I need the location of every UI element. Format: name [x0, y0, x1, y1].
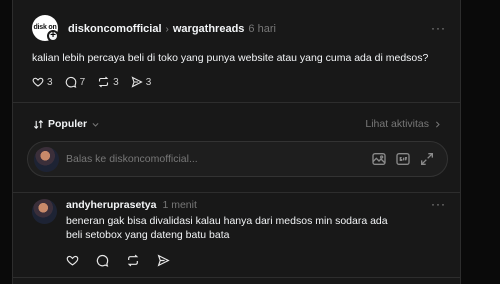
- repost-icon: [98, 76, 109, 88]
- expand-icon[interactable]: [419, 151, 435, 167]
- send-icon: [131, 76, 143, 88]
- comment-more-menu-icon[interactable]: ···: [431, 197, 446, 211]
- post-actions: 3 7 3 3: [32, 76, 151, 88]
- sort-label: Populer: [48, 118, 88, 130]
- reply-input[interactable]: Balas ke diskoncomofficial...: [66, 153, 198, 165]
- post-text: kalian lebih percaya beli di toko yang p…: [32, 52, 429, 64]
- repost-icon[interactable]: [126, 254, 140, 267]
- gif-icon[interactable]: [395, 151, 411, 167]
- divider: [13, 192, 460, 193]
- comment-time[interactable]: 1 menit: [162, 199, 196, 211]
- reply-tools: [371, 151, 435, 167]
- send-icon[interactable]: [157, 254, 170, 267]
- original-post: disk on + diskoncomofficial › wargathreads…: [13, 0, 460, 103]
- reply-box[interactable]: Balas ke diskoncomofficial...: [27, 141, 448, 177]
- heart-icon: [32, 77, 44, 87]
- breadcrumb-separator: ›: [165, 24, 169, 35]
- repost-button[interactable]: 3: [97, 76, 119, 88]
- share-count: 3: [145, 76, 152, 88]
- post-more-menu-icon[interactable]: ···: [431, 21, 446, 35]
- avatar: [34, 147, 59, 172]
- thread-panel: disk on + diskoncomofficial › wargathreads…: [12, 0, 461, 284]
- sort-dropdown[interactable]: Populer: [33, 118, 100, 130]
- post-time[interactable]: 6 hari: [248, 23, 276, 35]
- chevron-down-icon: [92, 122, 99, 127]
- comment-button[interactable]: 7: [65, 76, 86, 88]
- avatar[interactable]: [32, 199, 57, 224]
- post-topic[interactable]: wargathreads: [173, 23, 245, 35]
- heart-icon[interactable]: [66, 254, 79, 267]
- like-count: 3: [47, 76, 53, 88]
- comment-header: andyheruprasetya 1 menit: [66, 199, 197, 211]
- chevron-right-icon: [436, 121, 440, 127]
- follow-plus-icon[interactable]: +: [47, 30, 59, 42]
- comment-username[interactable]: andyheruprasetya: [66, 199, 156, 211]
- comment-icon[interactable]: [96, 254, 109, 267]
- divider: [13, 277, 460, 278]
- repost-count: 3: [113, 76, 119, 88]
- activity-label: Lihat aktivitas: [365, 118, 429, 130]
- post-header: diskoncomofficial › wargathreads 6 hari: [68, 23, 276, 36]
- like-button[interactable]: 3: [32, 76, 53, 88]
- share-button[interactable]: 3: [131, 76, 152, 88]
- post-username[interactable]: diskoncomofficial: [68, 23, 162, 35]
- view-activity-link[interactable]: Lihat aktivitas: [365, 118, 442, 130]
- comment-count: 7: [79, 76, 86, 88]
- image-icon[interactable]: [371, 151, 387, 167]
- comment-icon: [65, 76, 76, 88]
- comment-actions: [66, 254, 170, 267]
- sort-icon: [33, 119, 44, 129]
- comment-text: beneran gak bisa divalidasi kalau hanya …: [66, 215, 388, 241]
